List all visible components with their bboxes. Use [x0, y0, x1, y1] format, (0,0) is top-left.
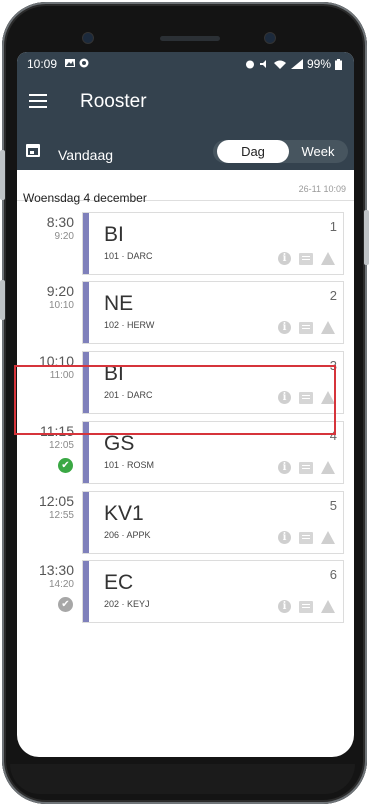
power-button	[364, 210, 369, 265]
message-notification-icon	[79, 58, 89, 68]
lesson-row: 9:20 10:10 NE 102 · HERW 2 i	[17, 281, 354, 344]
day-date-label: Woensdag 4 december	[23, 191, 147, 205]
message-icon[interactable]	[299, 461, 313, 474]
hamburger-menu-icon[interactable]	[29, 94, 47, 108]
lesson-room-teacher: 102 · HERW	[104, 320, 155, 330]
lesson-subject: KV1	[104, 502, 144, 525]
alarm-icon	[245, 60, 254, 69]
info-icon[interactable]: i	[278, 600, 291, 613]
day-header: Woensdag 4 december 26-11 10:09	[17, 176, 354, 205]
lesson-color-bar	[83, 492, 89, 553]
front-camera-icon	[82, 32, 94, 44]
lesson-hour-number: 2	[329, 288, 337, 303]
lesson-actions: i	[278, 461, 335, 474]
week-view-button[interactable]: Week	[291, 140, 345, 163]
lesson-start-time: 12:05	[38, 493, 74, 509]
lesson-card[interactable]: BI 101 · DARC 1 i	[82, 212, 344, 275]
lesson-subject: NE	[104, 292, 134, 315]
view-toggle: Dag Week	[213, 140, 348, 163]
info-icon[interactable]: i	[278, 461, 291, 474]
lesson-color-bar	[83, 282, 89, 343]
message-icon[interactable]	[299, 321, 313, 334]
lesson-subject: EC	[104, 571, 134, 594]
lesson-hour-number: 1	[329, 219, 337, 234]
last-updated-stamp: 26-11 10:09	[298, 184, 346, 194]
lesson-actions: i	[278, 252, 335, 265]
signal-icon	[290, 59, 303, 69]
info-icon[interactable]: i	[278, 531, 291, 544]
info-icon[interactable]: i	[278, 321, 291, 334]
calendar-icon[interactable]	[26, 144, 40, 157]
bixby-button	[0, 280, 5, 320]
lesson-actions: i	[278, 531, 335, 544]
date-toolbar: Vandaag Dag Week	[17, 126, 354, 170]
lesson-subject: GS	[104, 432, 135, 455]
lesson-hour-number: 6	[329, 567, 337, 582]
message-icon[interactable]	[299, 600, 313, 613]
highlight-box	[14, 365, 336, 435]
message-icon[interactable]	[299, 531, 313, 544]
lesson-card[interactable]: NE 102 · HERW 2 i	[82, 281, 344, 344]
lesson-end-time: 12:05	[48, 440, 74, 451]
lesson-room-teacher: 101 · DARC	[104, 251, 153, 261]
lesson-color-bar	[83, 561, 89, 622]
lesson-actions: i	[278, 321, 335, 334]
lesson-room-teacher: 101 · ROSM	[104, 460, 155, 470]
lesson-color-bar	[83, 213, 89, 274]
lesson-end-time: 9:20	[54, 231, 74, 242]
lesson-room-teacher: 206 · APPK	[104, 530, 151, 540]
battery-percentage: 99%	[306, 57, 331, 71]
lesson-row: 12:05 12:55 KV1 206 · APPK 5 i	[17, 491, 354, 554]
lesson-hour-number: 5	[329, 498, 337, 513]
app-bar: Rooster	[17, 78, 354, 126]
lesson-actions: i	[278, 600, 335, 613]
volume-button	[0, 150, 5, 200]
lesson-card[interactable]: EC 202 · KEYJ 6 i	[82, 560, 344, 623]
wifi-4g-icon	[273, 60, 286, 69]
lesson-end-time: 10:10	[48, 300, 74, 311]
check-circle-icon: ✔	[58, 458, 73, 473]
sensor-icon	[264, 32, 276, 44]
status-bar: 10:09 99%	[17, 52, 354, 78]
warning-icon[interactable]	[321, 600, 335, 613]
lesson-start-time: 8:30	[46, 214, 74, 230]
today-button[interactable]: Vandaag	[58, 147, 113, 163]
day-view-button[interactable]: Dag	[217, 140, 289, 163]
image-notification-icon	[65, 59, 75, 67]
warning-icon[interactable]	[321, 321, 335, 334]
battery-icon	[335, 58, 342, 70]
lesson-start-time: 13:30	[38, 562, 74, 578]
speaker-grille	[160, 36, 220, 41]
message-icon[interactable]	[299, 252, 313, 265]
app-title: Rooster	[80, 91, 147, 112]
lesson-card[interactable]: KV1 206 · APPK 5 i	[82, 491, 344, 554]
warning-icon[interactable]	[321, 252, 335, 265]
lesson-end-time: 14:20	[48, 579, 74, 590]
warning-icon[interactable]	[321, 531, 335, 544]
check-circle-icon: ✔	[58, 597, 73, 612]
lesson-row: 8:30 9:20 BI 101 · DARC 1 i	[17, 212, 354, 275]
lesson-start-time: 9:20	[46, 283, 74, 299]
status-icons: 99%	[245, 57, 342, 71]
info-icon[interactable]: i	[278, 252, 291, 265]
lesson-end-time: 12:55	[48, 510, 74, 521]
warning-icon[interactable]	[321, 461, 335, 474]
lesson-room-teacher: 202 · KEYJ	[104, 599, 150, 609]
mute-icon	[259, 60, 266, 68]
phone-bottom-bezel	[10, 764, 355, 794]
status-time: 10:09	[27, 57, 58, 71]
lesson-subject: BI	[104, 223, 124, 246]
lesson-row: 13:30 14:20 EC 202 · KEYJ 6 i ✔	[17, 560, 354, 623]
